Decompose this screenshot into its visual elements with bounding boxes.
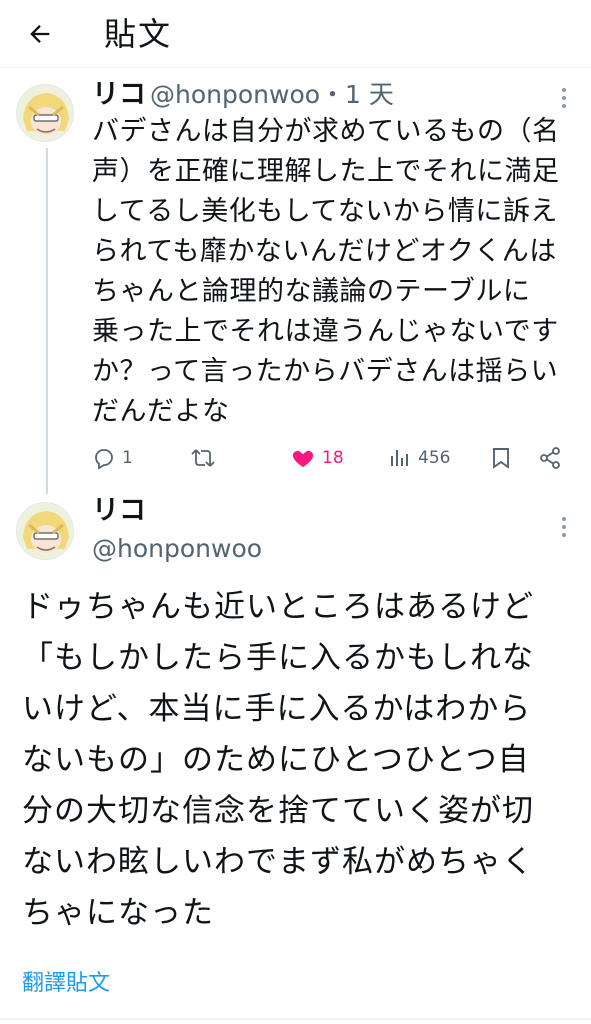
retweet-button[interactable] bbox=[190, 440, 222, 476]
author-display-name[interactable]: リコ bbox=[92, 494, 146, 528]
reply-bubble-icon bbox=[95, 449, 113, 470]
avatar[interactable] bbox=[16, 502, 74, 560]
reply-button[interactable]: 1 bbox=[92, 440, 133, 476]
arrow-left-icon bbox=[30, 25, 50, 43]
tweet-text: バデさんは自分が求めているもの（名 声）を正確に理解した上でそれに満足 してるし… bbox=[92, 116, 560, 427]
more-options-icon[interactable] bbox=[554, 512, 574, 542]
views-button[interactable]: 456 bbox=[388, 440, 450, 476]
divider bbox=[0, 1018, 591, 1020]
reply-count: 1 bbox=[122, 448, 133, 468]
avatar[interactable] bbox=[16, 84, 74, 142]
thread-connector-line bbox=[46, 148, 48, 494]
author-display-name[interactable]: リコ bbox=[92, 78, 146, 112]
more-options-icon[interactable] bbox=[554, 83, 574, 113]
tweet-text: ドゥちゃんも近いところはあるけど 「もしかしたら手に入るかもしれな いけど、本当… bbox=[22, 589, 534, 931]
translate-post-link[interactable]: 翻譯貼文 bbox=[22, 968, 110, 1000]
tweet-action-bar: 1 18 456 bbox=[92, 440, 570, 476]
heart-filled-icon bbox=[292, 451, 314, 467]
retweet-icon bbox=[191, 449, 215, 467]
bar-chart-icon bbox=[391, 450, 408, 466]
share-icon bbox=[540, 447, 560, 469]
avatar-illustration bbox=[17, 85, 73, 141]
like-button[interactable]: 18 bbox=[290, 440, 344, 476]
bookmark-icon bbox=[493, 448, 509, 469]
share-button[interactable] bbox=[538, 440, 562, 476]
bookmark-button[interactable] bbox=[490, 440, 512, 476]
avatar-illustration bbox=[17, 503, 73, 559]
top-app-bar: 貼文 bbox=[0, 0, 591, 68]
back-button[interactable] bbox=[20, 14, 60, 54]
like-count: 18 bbox=[322, 448, 344, 468]
author-handle[interactable]: @honponwoo bbox=[92, 532, 262, 566]
page-title: 貼文 bbox=[104, 15, 173, 53]
view-count: 456 bbox=[418, 448, 451, 468]
author-handle-and-time[interactable]: @honponwoo・1 天 bbox=[150, 78, 394, 112]
